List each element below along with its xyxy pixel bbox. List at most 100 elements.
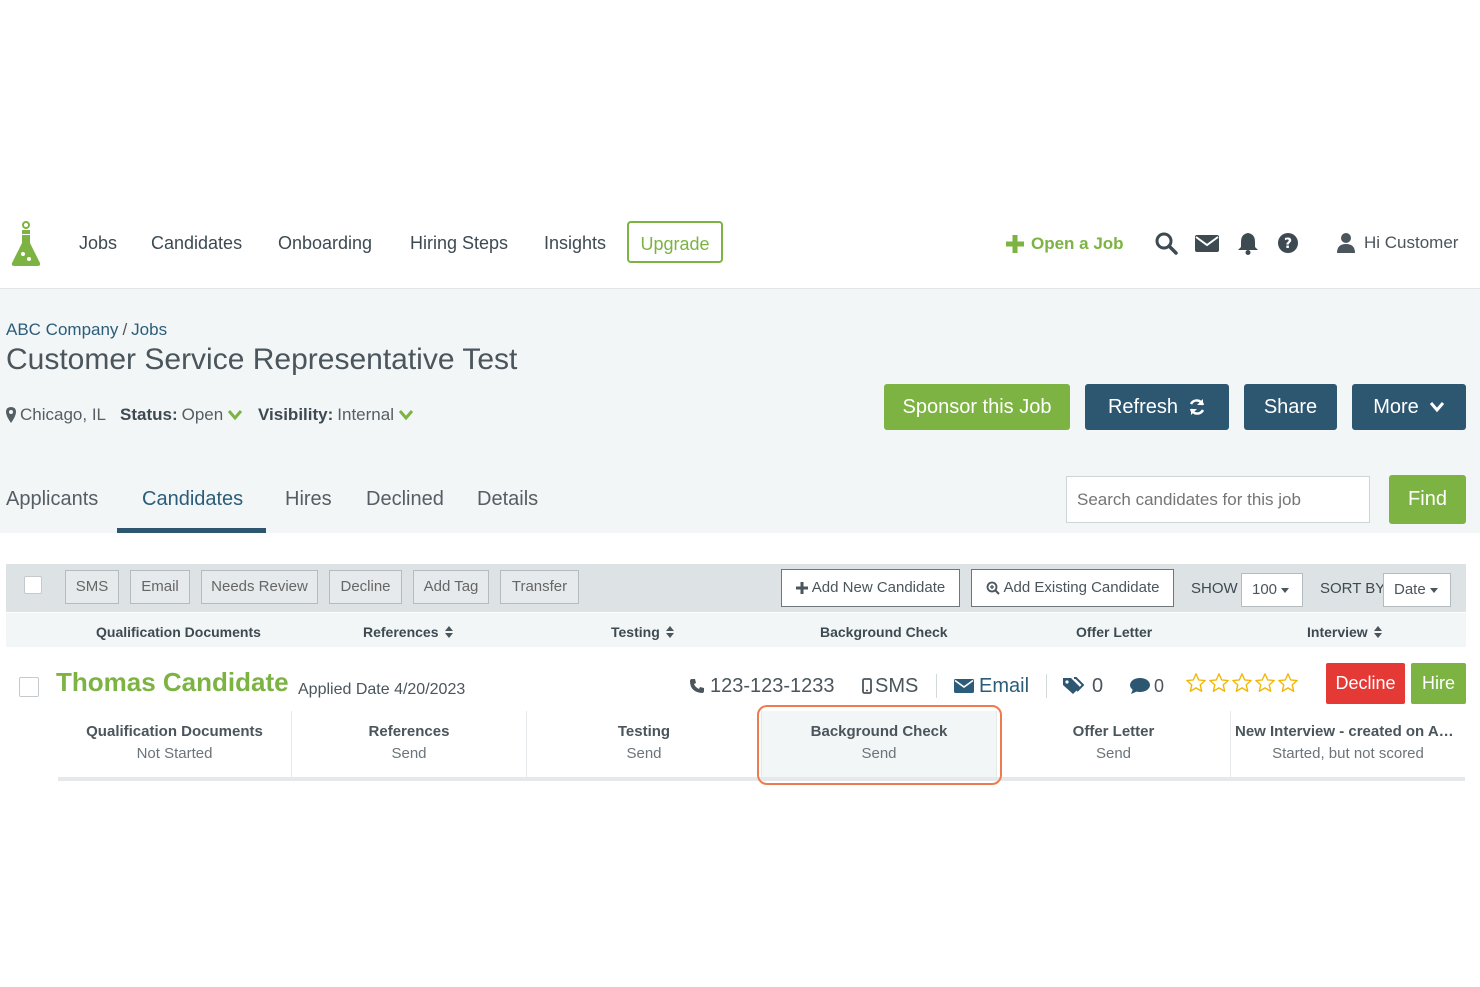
user-greeting: Hi Customer (1364, 233, 1459, 252)
divider (1046, 674, 1047, 698)
refresh-button[interactable]: Refresh (1085, 384, 1229, 430)
star-icon[interactable] (1231, 672, 1253, 694)
step-offer-letter[interactable]: Offer Letter Send (997, 711, 1231, 777)
rating-stars[interactable] (1185, 672, 1299, 694)
comments-link[interactable]: 0 (1129, 674, 1164, 698)
step-references[interactable]: References Send (292, 711, 527, 777)
user-icon (1336, 232, 1356, 254)
add-existing-candidate-label: Add Existing Candidate (1003, 579, 1160, 596)
more-button[interactable]: More (1352, 384, 1466, 430)
sms-link[interactable]: SMS (862, 674, 918, 698)
breadcrumb-jobs[interactable]: Jobs (131, 320, 167, 339)
breadcrumb-company[interactable]: ABC Company (6, 320, 118, 339)
open-job-label: Open a Job (1031, 234, 1124, 253)
add-tag-button[interactable]: Add Tag (413, 570, 489, 604)
open-job-link[interactable]: Open a Job (1005, 232, 1124, 256)
star-icon[interactable] (1277, 672, 1299, 694)
column-offer-letter[interactable]: Offer Letter (1076, 623, 1152, 641)
refresh-icon (1188, 398, 1206, 416)
map-marker-icon (6, 407, 16, 423)
email-label: Email (979, 675, 1030, 697)
tags-count: 0 (1092, 675, 1104, 697)
select-all-checkbox[interactable] (24, 576, 42, 594)
caret-down-icon (1281, 587, 1290, 593)
visibility-dropdown[interactable]: Visibility: Internal (258, 404, 414, 426)
comments-count: 0 (1154, 676, 1165, 696)
decline-candidate-button[interactable]: Decline (1326, 663, 1405, 704)
tab-candidates[interactable]: Candidates (142, 487, 243, 511)
column-interview[interactable]: Interview (1307, 623, 1382, 641)
help-icon[interactable]: ? (1276, 231, 1300, 255)
add-existing-candidate-button[interactable]: Add Existing Candidate (971, 569, 1174, 607)
share-button[interactable]: Share (1244, 384, 1337, 430)
divider (936, 674, 937, 698)
plus-icon (795, 582, 808, 594)
needs-review-button[interactable]: Needs Review (201, 570, 318, 604)
tab-details[interactable]: Details (477, 487, 538, 511)
nav-onboarding[interactable]: Onboarding (278, 231, 372, 255)
step-interview[interactable]: New Interview - created on Apr... Starte… (1231, 711, 1465, 777)
nav-hiring-steps[interactable]: Hiring Steps (410, 231, 508, 255)
nav-insights[interactable]: Insights (544, 231, 606, 255)
sms-action-button[interactable]: SMS (65, 570, 119, 604)
decline-action-button[interactable]: Decline (329, 570, 402, 604)
step-status: Send (391, 745, 427, 762)
find-button[interactable]: Find (1389, 475, 1466, 524)
tags-icon (1062, 677, 1084, 695)
email-link[interactable]: Email (954, 674, 1029, 698)
column-testing[interactable]: Testing (611, 623, 674, 641)
step-testing[interactable]: Testing Send (527, 711, 762, 777)
search-plus-icon (986, 581, 1000, 595)
phone-number: 123-123-1233 (710, 675, 835, 697)
step-qualification-documents[interactable]: Qualification Documents Not Started (58, 711, 292, 777)
search-icon[interactable] (1154, 231, 1178, 255)
column-qualification-documents[interactable]: Qualification Documents (96, 623, 261, 641)
status-dropdown[interactable]: Status: Open (120, 404, 243, 426)
nav-jobs[interactable]: Jobs (79, 231, 117, 255)
applied-date: Applied Date 4/20/2023 (298, 681, 466, 698)
star-icon[interactable] (1185, 672, 1207, 694)
step-title: Qualification Documents (86, 723, 263, 740)
chevron-down-icon (398, 409, 414, 421)
user-menu[interactable]: Hi Customer (1336, 231, 1458, 255)
refresh-label: Refresh (1107, 396, 1179, 418)
show-label: SHOW (1191, 580, 1238, 597)
plus-icon (1005, 234, 1025, 254)
column-references[interactable]: References (363, 623, 453, 641)
email-action-button[interactable]: Email (130, 570, 190, 604)
sort-by-label: SORT BY (1320, 580, 1386, 597)
bell-icon[interactable] (1236, 231, 1260, 255)
visibility-label: Visibility: (258, 405, 334, 424)
column-background-check[interactable]: Background Check (820, 623, 948, 641)
step-title: New Interview - created on Apr... (1235, 723, 1465, 740)
caret-down-icon (1429, 587, 1438, 593)
upgrade-button[interactable]: Upgrade (627, 221, 723, 263)
show-count-select[interactable]: 100 (1241, 573, 1303, 607)
envelope-icon[interactable] (1194, 231, 1219, 255)
sort-icon (1373, 626, 1382, 638)
chevron-down-icon (1429, 401, 1445, 413)
hire-candidate-button[interactable]: Hire (1411, 663, 1466, 704)
tags-link[interactable]: 0 (1062, 674, 1103, 698)
tab-applicants[interactable]: Applicants (6, 487, 98, 511)
tab-declined[interactable]: Declined (366, 487, 444, 511)
mobile-icon (862, 678, 872, 694)
tab-hires[interactable]: Hires (285, 487, 332, 511)
star-icon[interactable] (1208, 672, 1230, 694)
chevron-down-icon (227, 409, 243, 421)
candidate-name-link[interactable]: Thomas Candidate (56, 667, 289, 697)
visibility-value: Internal (337, 405, 394, 424)
nav-candidates[interactable]: Candidates (151, 231, 242, 255)
transfer-button[interactable]: Transfer (500, 570, 579, 604)
sponsor-job-button[interactable]: Sponsor this Job (884, 384, 1070, 430)
sort-by-select[interactable]: Date (1383, 573, 1451, 607)
star-icon[interactable] (1254, 672, 1276, 694)
candidate-search-input[interactable] (1066, 476, 1370, 523)
add-new-candidate-label: Add New Candidate (811, 579, 946, 596)
phone-link[interactable]: 123-123-1233 (689, 674, 835, 698)
logo-flask-icon[interactable] (9, 221, 43, 267)
comment-icon (1129, 677, 1151, 695)
candidate-checkbox[interactable] (19, 677, 39, 697)
add-new-candidate-button[interactable]: Add New Candidate (781, 569, 960, 607)
step-status: Not Started (136, 745, 213, 762)
